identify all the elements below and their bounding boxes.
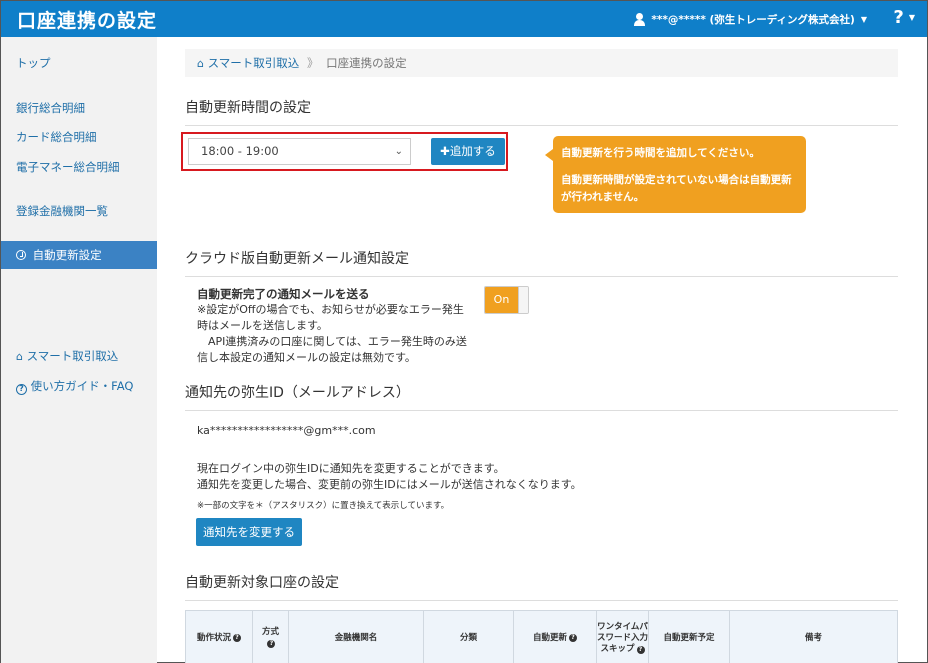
notify-description: ※設定がOffの場合でも、お知らせが必要なエラー発生時はメールを送信します。 A… [197,302,473,366]
time-select[interactable]: 18:00 - 19:00 ⌄ [188,138,411,165]
question-icon[interactable]: ? [569,634,577,642]
top-navbar: 口座連携の設定 ***@***** (弥生トレーディング株式会社) ▼ ? ▼ [1,1,927,37]
chevron-down-icon: ▼ [860,15,867,24]
question-icon: ? [16,384,27,395]
section-title-accounts: 自動更新対象口座の設定 [185,572,898,601]
help-tooltip: 自動更新を行う時間を追加してください。 自動更新時間が設定されていない場合は自動… [545,136,806,213]
sidebar-item-card[interactable]: カード総合明細 [1,123,157,151]
question-icon[interactable]: ? [233,634,241,642]
question-icon[interactable]: ? [636,645,645,654]
sidebar-item-label: 自動更新設定 [32,248,102,262]
toggle-knob [518,287,528,313]
time-select-value: 18:00 - 19:00 [201,144,279,158]
sidebar-item-institutions[interactable]: 登録金融機関一覧 [1,197,157,225]
help-menu[interactable]: ? ▼ [893,7,915,28]
breadcrumb: ⌂ スマート取引取込 》 口座連携の設定 [185,49,898,77]
chevron-down-icon: ⌄ [394,146,403,157]
breadcrumb-home-link[interactable]: スマート取引取込 [208,56,300,70]
sidebar-item-bank[interactable]: 銀行総合明細 [1,94,157,122]
chevron-down-icon: ▼ [908,13,915,22]
column-header: 方式? [253,611,289,663]
highlight-box: 18:00 - 19:00 ⌄ ✚追加する [181,132,508,171]
toggle-label: On [485,287,518,313]
sidebar-item-auto-update[interactable]: 自動更新設定 [1,241,157,269]
user-menu[interactable]: ***@***** (弥生トレーディング株式会社) ▼ [634,12,867,27]
tooltip-line: 自動更新時間が設定されていない場合は自動更新が行われません。 [561,174,792,203]
home-icon: ⌂ [197,57,204,70]
section-title-auto-update-time: 自動更新時間の設定 [185,97,898,126]
sidebar-item-label: 使い方ガイド・FAQ [30,379,134,393]
add-time-label: 追加する [449,144,496,158]
notify-toggle[interactable]: On [484,286,529,314]
sidebar-item-label: トップ [16,56,51,70]
plus-icon: ✚ [440,144,450,158]
sidebar-item-label: カード総合明細 [16,130,97,144]
home-icon: ⌂ [16,350,23,363]
clock-icon [16,250,26,260]
recipient-email: ka*****************@gm***.com [197,424,376,437]
page-title: 口座連携の設定 [17,10,158,32]
column-header: ワンタイムパスワード入力スキップ? [597,611,649,663]
sidebar-item-top[interactable]: トップ [1,49,157,77]
sidebar-item-emoney[interactable]: 電子マネー総合明細 [1,153,157,181]
sidebar-item-label: 登録金融機関一覧 [16,204,108,218]
notify-label: 自動更新完了の通知メールを送る [197,287,370,301]
question-icon[interactable]: ? [267,640,276,648]
recipient-desc-line: 通知先を変更した場合、変更前の弥生IDにはメールが送信されなくなります。 [197,478,582,491]
accounts-table-header: 動作状況? 方式? 金融機関名 分類 自動更新? ワンタイムパスワード入力スキッ… [185,610,898,663]
breadcrumb-separator: 》 [306,56,319,70]
user-icon [634,13,646,26]
sidebar-item-guide[interactable]: ? 使い方ガイド・FAQ [1,372,157,400]
column-header: 金融機関名 [289,611,424,663]
main-content: ⌂ スマート取引取込 》 口座連携の設定 自動更新時間の設定 18:00 - 1… [157,37,927,663]
user-name: ***@***** (弥生トレーディング株式会社) [651,14,855,26]
add-time-button[interactable]: ✚追加する [431,138,505,165]
sidebar-item-label: 電子マネー総合明細 [16,160,120,174]
sidebar: トップ 銀行総合明細 カード総合明細 電子マネー総合明細 登録金融機関一覧 自動… [1,37,157,663]
section-title-notify: クラウド版自動更新メール通知設定 [185,248,898,277]
breadcrumb-current: 口座連携の設定 [326,56,407,70]
column-header: 動作状況? [186,611,253,663]
tooltip-line: 自動更新を行う時間を追加してください。 [561,147,760,159]
recipient-desc-line: 現在ログイン中の弥生IDに通知先を変更することができます。 [197,462,505,475]
help-icon: ? [893,7,904,28]
recipient-description: 現在ログイン中の弥生IDに通知先を変更することができます。 通知先を変更した場合… [197,461,582,493]
notify-note: ※設定がOffの場合でも、お知らせが必要なエラー発生時はメールを送信します。 [197,303,464,332]
column-header: 備考 [804,632,822,643]
sidebar-item-smart-import[interactable]: ⌂ スマート取引取込 [1,342,157,370]
change-recipient-button[interactable]: 通知先を変更する [196,518,302,546]
column-header: 自動更新予定 [649,611,730,663]
column-header: 自動更新? [514,611,597,663]
sidebar-item-label: 銀行総合明細 [16,101,85,115]
sidebar-item-label: スマート取引取込 [26,349,119,363]
section-title-recipient: 通知先の弥生ID（メールアドレス） [185,382,898,411]
column-header: 分類 [424,611,514,663]
recipient-note: ※一部の文字を＊（アスタリスク）に置き換えて表示しています。 [197,501,450,511]
notify-note: API連携済みの口座に関しては、エラー発生時のみ送信し本設定の通知メールの設定は… [197,335,467,364]
